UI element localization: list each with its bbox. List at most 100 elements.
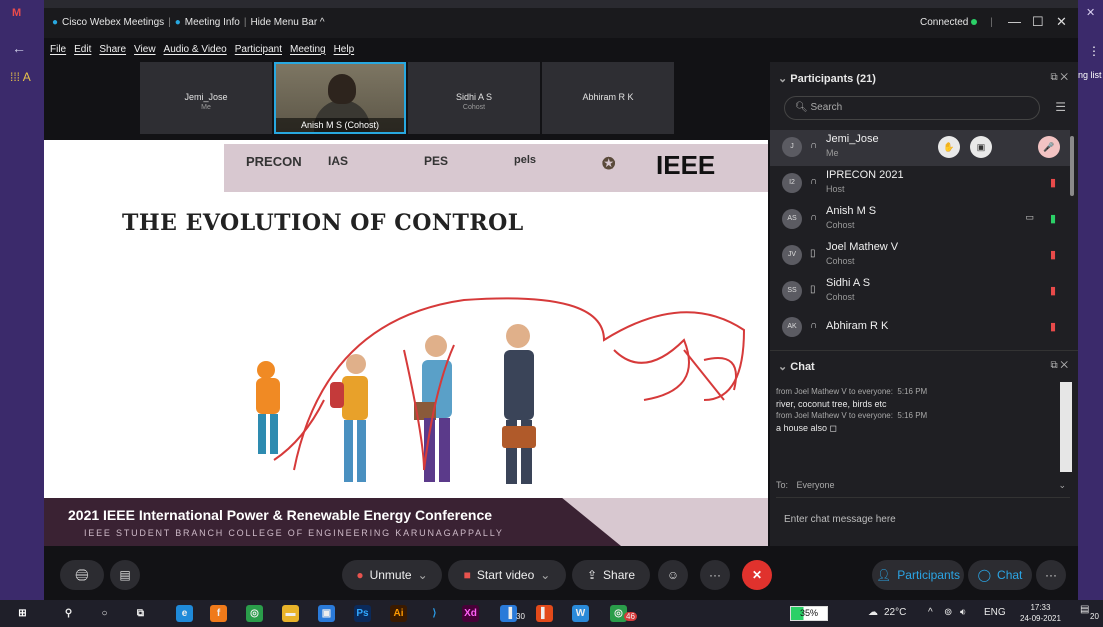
chrome-icon[interactable]: ◎: [246, 605, 263, 622]
participant-name: Joel Mathew V: [826, 241, 899, 253]
app-badge: 30: [516, 612, 525, 621]
participant-row[interactable]: J ∩ Jemi_Jose Me ✋ ▣ 🎤: [770, 130, 1070, 166]
participant-role: Host: [826, 184, 845, 194]
xd-icon[interactable]: Xd: [462, 605, 479, 622]
menu-share[interactable]: Share: [99, 44, 126, 55]
app-icon[interactable]: ▐: [500, 605, 517, 622]
chat-button[interactable]: ◯ Chat: [968, 560, 1032, 590]
weather-icon[interactable]: ☁: [868, 607, 878, 618]
menu-help[interactable]: Help: [334, 44, 355, 55]
edge-icon[interactable]: e: [176, 605, 193, 622]
menu-audio-video[interactable]: Audio & Video: [164, 44, 227, 55]
headset-icon: ∩: [810, 176, 818, 187]
menu-meeting[interactable]: Meeting: [290, 44, 326, 55]
muted-mic-icon[interactable]: ▮: [1050, 284, 1056, 297]
reactions-icon[interactable]: ☺: [658, 560, 688, 590]
participants-header[interactable]: ⌄ Participants (21): [778, 72, 876, 85]
video-tile[interactable]: Abhiram R K: [542, 62, 674, 134]
video-tile[interactable]: Jemi_Jose Me: [140, 62, 272, 134]
apps-grid-icon[interactable]: ⁞⁞⁞ A: [10, 70, 31, 84]
muted-mic-icon[interactable]: ▮: [1050, 248, 1056, 261]
firefox-icon[interactable]: f: [210, 605, 227, 622]
chat-header[interactable]: ⌄ Chat: [778, 360, 815, 373]
browser-right-label: ng list: [1078, 70, 1102, 80]
photoshop-icon[interactable]: Ps: [354, 605, 371, 622]
muted-mic-icon[interactable]: 🎤: [1038, 136, 1060, 158]
chat-recipient-select[interactable]: To: Everyone ⌄: [776, 480, 1070, 498]
collapse-chevron-icon[interactable]: ⌄: [778, 361, 787, 373]
sort-icon[interactable]: ☰: [1055, 100, 1066, 114]
battery-indicator[interactable]: 35%: [790, 606, 828, 621]
leave-meeting-button[interactable]: ✕: [742, 560, 772, 590]
close-icon[interactable]: ✕: [1086, 6, 1095, 19]
participant-row[interactable]: AS ∩ Anish M S Cohost ▭ ▮: [770, 202, 1070, 238]
captions-icon[interactable]: ▤: [110, 560, 140, 590]
reaction-button[interactable]: ✋: [938, 136, 960, 158]
participant-row[interactable]: I2 ∩ IPRECON 2021 Host ▮: [770, 166, 1070, 202]
participants-button[interactable]: 👤︎ Participants: [872, 560, 964, 590]
menu-edit[interactable]: Edit: [74, 44, 91, 55]
search-icon[interactable]: ⚲: [60, 605, 77, 622]
network-icon[interactable]: ⊚: [944, 607, 952, 618]
share-button[interactable]: ⇪ Share: [572, 560, 650, 590]
participant-row[interactable]: AK ∩ Abhiram R K ▮: [770, 310, 1070, 346]
menu-participant[interactable]: Participant: [235, 44, 282, 55]
unmute-button[interactable]: ● Unmute ⌄: [342, 560, 442, 590]
active-speaker-tile[interactable]: Anish M S (Cohost): [274, 62, 406, 134]
chat-popout-icon[interactable]: ⧉ ✕: [1050, 360, 1068, 371]
participants-popout-icon[interactable]: ⧉ ✕: [1050, 72, 1068, 83]
chat-message-input[interactable]: Enter chat message here: [784, 514, 896, 525]
tray-chevron-icon[interactable]: ^: [928, 607, 933, 618]
meeting-info-link[interactable]: Meeting Info: [185, 17, 240, 28]
mic-on-icon[interactable]: ▮: [1050, 212, 1056, 225]
more-options-button[interactable]: ···: [700, 560, 730, 590]
clock[interactable]: 17:33 24-09-2021: [1020, 602, 1061, 624]
back-arrow-icon[interactable]: ←: [12, 40, 26, 56]
hide-menu-bar-link[interactable]: Hide Menu Bar ^: [250, 17, 324, 28]
chat-message: a house also ◻: [776, 423, 838, 433]
speaker-head: [328, 74, 356, 104]
participant-row[interactable]: SS ▯ Sidhi A S Cohost ▮: [770, 274, 1070, 310]
app-title: Cisco Webex Meetings: [62, 17, 165, 28]
layout-icon[interactable]: 🔵︎: [60, 560, 104, 590]
video-tile-name: Abhiram R K: [582, 92, 634, 102]
kebab-menu-icon[interactable]: ⋮: [1088, 44, 1100, 58]
figure-child: [256, 361, 280, 454]
video-tile[interactable]: Sidhi A S Cohost: [408, 62, 540, 134]
cortana-icon[interactable]: ○: [96, 605, 113, 622]
participant-search-input[interactable]: 🔍︎ Search: [784, 96, 1040, 120]
chevron-down-icon: ⌄: [417, 568, 428, 582]
participants-scrollbar[interactable]: [1070, 136, 1074, 196]
office-icon[interactable]: ▌: [536, 605, 553, 622]
muted-mic-icon[interactable]: ▮: [1050, 176, 1056, 189]
webex-taskbar-icon[interactable]: W: [572, 605, 589, 622]
menu-view[interactable]: View: [134, 44, 156, 55]
temperature[interactable]: 22°C: [884, 607, 906, 618]
collapse-chevron-icon[interactable]: ⌄: [778, 73, 787, 85]
illustrator-icon[interactable]: Ai: [390, 605, 407, 622]
file-explorer-icon[interactable]: ▬: [282, 605, 299, 622]
volume-icon[interactable]: 🔉︎: [960, 607, 966, 618]
task-view-icon[interactable]: ⧉: [132, 605, 149, 622]
minimize-button[interactable]: —: [1008, 14, 1021, 29]
maximize-button[interactable]: ☐: [1032, 14, 1044, 30]
vscode-icon[interactable]: ⟩: [426, 605, 443, 622]
menu-file[interactable]: File: [50, 44, 66, 55]
panel-more-button[interactable]: ···: [1036, 560, 1066, 590]
title-app: ● Cisco Webex Meetings | ● Meeting Info …: [52, 17, 325, 28]
evolution-illustration: [256, 297, 746, 484]
options-button[interactable]: ▣: [970, 136, 992, 158]
windows-start-icon[interactable]: ⊞: [14, 605, 31, 622]
headset-icon: ∩: [810, 320, 818, 331]
share-label: Share: [603, 568, 636, 582]
gmail-icon[interactable]: M: [12, 7, 21, 19]
language-indicator[interactable]: ENG: [984, 607, 1006, 618]
chat-scrollbar[interactable]: [1060, 382, 1072, 472]
store-icon[interactable]: ▣: [318, 605, 335, 622]
close-button[interactable]: ✕: [1056, 14, 1067, 30]
participant-row[interactable]: JV ▯ Joel Mathew V Cohost ▮: [770, 238, 1070, 274]
notification-icon[interactable]: ▤: [1080, 604, 1089, 615]
avatar: JV: [782, 245, 802, 265]
muted-mic-icon[interactable]: ▮: [1050, 320, 1056, 333]
start-video-button[interactable]: ■ Start video ⌄: [448, 560, 566, 590]
